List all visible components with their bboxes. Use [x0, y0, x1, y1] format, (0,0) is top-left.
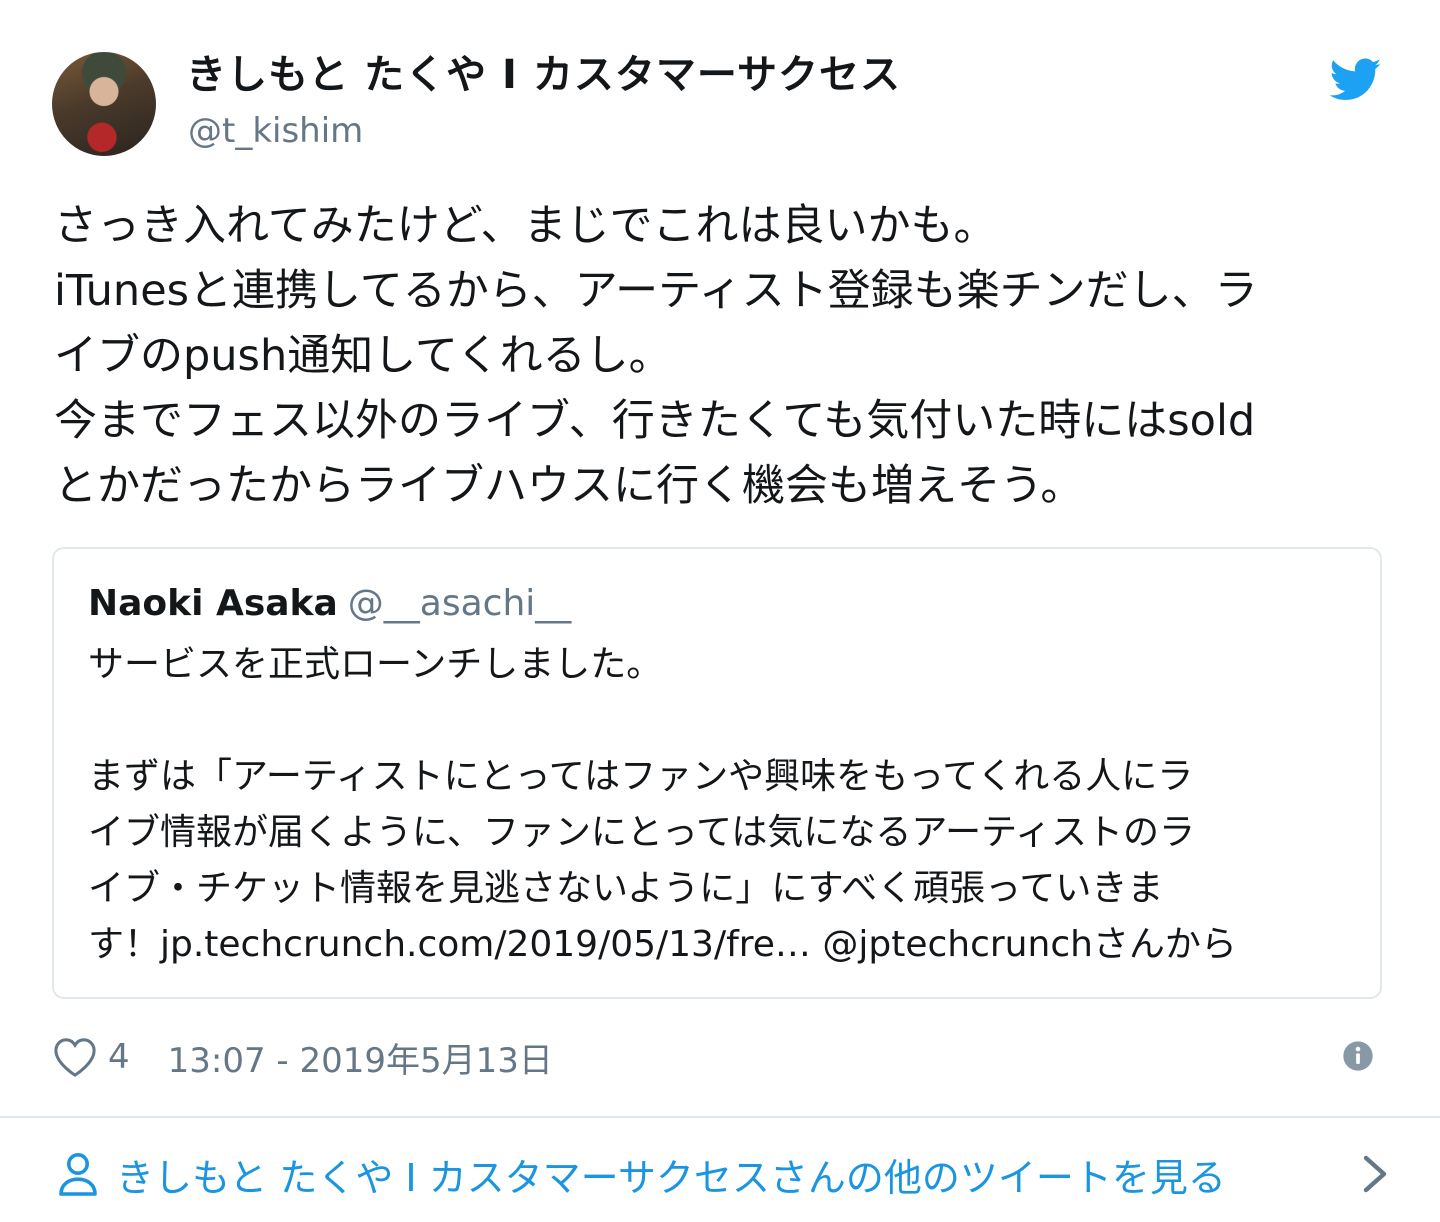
quoted-line: イブ・チケット情報を見逃さないように」にすべく頑張っていきま: [88, 868, 1164, 909]
quoted-line: す！jp.techcrunch.com/2019/05/13/fre… @jpt…: [88, 924, 1237, 965]
quoted-line: [88, 693, 1358, 749]
twitter-bird-icon[interactable]: [1330, 58, 1382, 102]
quoted-tweet-text: サービスを正式ローンチしました。 まずは「アーティストにとってはファンや興味をも…: [88, 637, 1358, 973]
quoted-tweet-card[interactable]: Naoki Asaka @__asachi__ サービスを正式ローンチしました。 …: [52, 547, 1382, 999]
tweet-timestamp[interactable]: 13:07 - 2019年5月13日: [168, 1033, 553, 1082]
avatar[interactable]: [52, 52, 156, 156]
author-display-name[interactable]: きしもと たくや I カスタマーサクセス: [186, 50, 901, 100]
tweet-line: さっき入れてみたけど、まじでこれは良いかも。: [54, 201, 997, 251]
divider: [0, 1116, 1440, 1118]
quoted-author-name: Naoki Asaka: [88, 583, 338, 624]
tweet-meta: 4 13:07 - 2019年5月13日: [52, 1032, 553, 1082]
tweet-line: iTunesと連携してるから、アーティスト登録も楽チンだし、ラ: [54, 266, 1258, 316]
more-tweets-link[interactable]: きしもと たくや I カスタマーサクセスさんの他のツイートを見る: [58, 1146, 1388, 1202]
tweet-line: 今までフェス以外のライブ、行きたくても気付いた時にはsold: [54, 396, 1256, 446]
author-handle[interactable]: @t_kishim: [188, 110, 363, 152]
info-icon[interactable]: [1342, 1040, 1374, 1072]
heart-icon[interactable]: [52, 1036, 98, 1078]
person-icon: [59, 1153, 97, 1196]
quoted-author: Naoki Asaka @__asachi__: [88, 579, 571, 629]
more-tweets-label[interactable]: きしもと たくや I カスタマーサクセスさんの他のツイートを見る: [116, 1147, 1226, 1202]
tweet-text: さっき入れてみたけど、まじでこれは良いかも。 iTunesと連携してるから、アー…: [54, 194, 1384, 519]
quoted-line: サービスを正式ローンチしました。: [88, 644, 663, 685]
quoted-line: イブ情報が届くように、ファンにとっては気になるアーティストのラ: [88, 812, 1196, 853]
tweet-line: イブのpush通知してくれるし。: [54, 331, 672, 381]
tweet-line: とかだったからライブハウスに行く機会も増えそう。: [54, 461, 1084, 511]
quoted-author-handle: @__asachi__: [347, 583, 572, 624]
quoted-line: まずは「アーティストにとってはファンや興味をもってくれる人にラ: [88, 756, 1194, 797]
like-count: 4: [108, 1037, 130, 1077]
chevron-right-icon[interactable]: [1362, 1154, 1388, 1194]
